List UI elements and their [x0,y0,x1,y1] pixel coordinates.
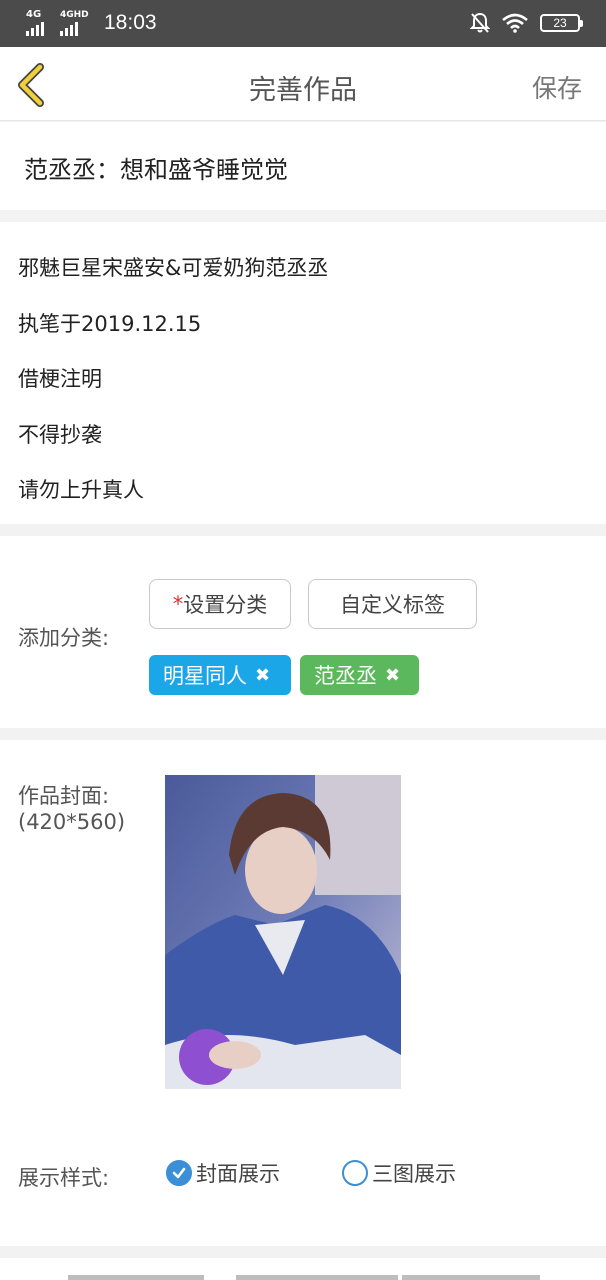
wifi-icon [502,13,528,33]
tag-chip[interactable]: 明星同人 ✖ [149,655,291,695]
divider [68,1275,204,1280]
required-mark: * [172,592,184,616]
battery-level: 23 [553,16,567,30]
description-line: 邪魅巨星宋盛安&可爱奶狗范丞丞 [18,256,329,280]
set-category-button[interactable]: * 设置分类 [149,579,291,629]
radio-three-image-display[interactable]: 三图展示 [342,1158,456,1188]
category-section: 添加分类: * 设置分类 自定义标签 明星同人 ✖ 范丞丞 ✖ [0,536,606,728]
cover-image[interactable] [165,775,401,1089]
work-title-section: 范丞丞：想和盛爷睡觉觉 [0,122,606,210]
bell-off-icon [470,12,490,33]
empty-circle-icon [342,1160,368,1186]
remove-tag-icon[interactable]: ✖ [385,665,400,686]
cover-photo [165,775,401,1089]
category-label: 添加分类: [18,626,110,650]
description-line: 执笔于2019.12.15 [18,312,202,336]
nav-header: 完善作品 保存 [0,47,606,121]
clock: 18:03 [104,11,157,34]
description-line: 不得抄袭 [18,423,102,447]
page-title: 完善作品 [249,75,357,106]
description-section[interactable]: 邪魅巨星宋盛安&可爱奶狗范丞丞 执笔于2019.12.15 借梗注明 不得抄袭 … [0,222,606,524]
save-button[interactable]: 保存 [532,69,582,105]
cover-section: 作品封面: (420*560) 展示样式: 封面展示 三图展示 [0,740,606,1246]
custom-tag-button[interactable]: 自定义标签 [308,579,477,629]
tag-label: 范丞丞 [314,664,377,688]
radio-label: 封面展示 [196,1162,280,1186]
status-left: 4G 4GHD 18:03 [26,10,157,36]
description-line: 请勿上升真人 [18,478,144,502]
cover-label: 作品封面: [18,784,110,808]
tag-chip[interactable]: 范丞丞 ✖ [300,655,419,695]
signal-icon-sim1: 4G [26,10,52,36]
cover-size-hint: (420*560) [18,810,126,834]
battery-icon: 23 [540,14,583,32]
tag-label: 明星同人 [163,664,247,688]
bottom-partial-section [0,1258,606,1280]
check-circle-icon [166,1160,192,1186]
custom-tag-label: 自定义标签 [340,593,445,617]
divider [236,1275,398,1280]
radio-cover-display[interactable]: 封面展示 [166,1158,280,1188]
radio-label: 三图展示 [372,1162,456,1186]
remove-tag-icon[interactable]: ✖ [255,665,270,686]
description-line: 借梗注明 [18,367,102,391]
work-title-input[interactable]: 范丞丞：想和盛爷睡觉觉 [24,150,288,185]
signal-icon-sim2: 4GHD [60,10,90,36]
divider [402,1275,540,1280]
set-category-label: 设置分类 [183,593,268,617]
signal-label: 4GHD [60,10,89,20]
status-right: 23 [470,12,583,34]
status-bar: 4G 4GHD 18:03 23 [0,0,606,47]
signal-label: 4G [26,9,42,20]
display-style-label: 展示样式: [18,1166,110,1190]
